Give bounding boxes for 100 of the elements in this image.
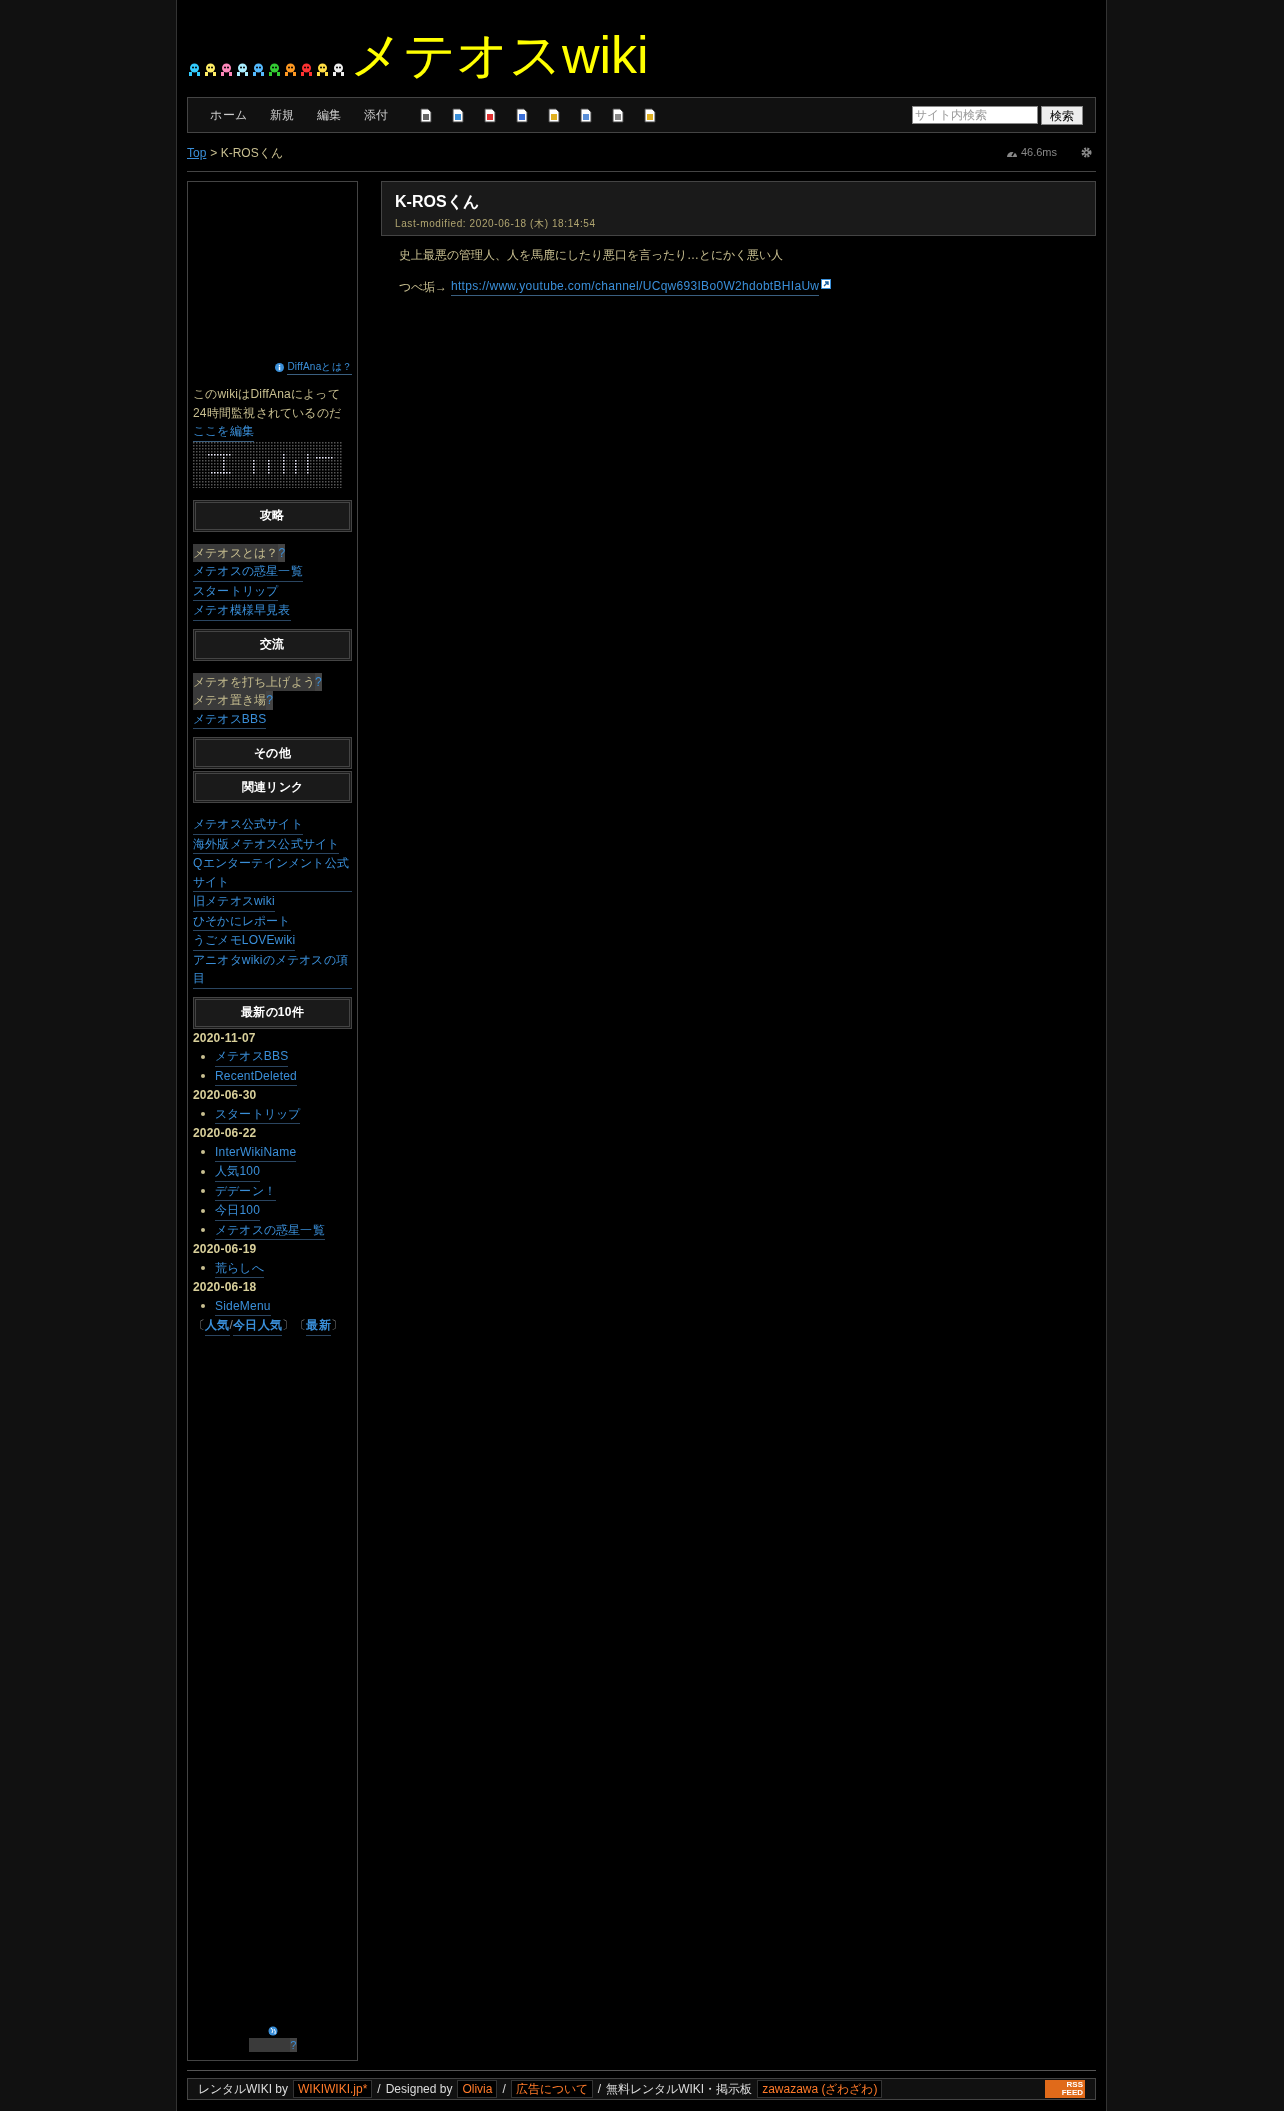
document-icon[interactable] (610, 107, 625, 123)
sidebar-link[interactable]: Qエンターテインメント公式サイト (193, 854, 352, 892)
document-icon[interactable] (482, 107, 497, 123)
footer-link[interactable]: WIKIWIKI.jp* (293, 2080, 373, 2098)
document-icon[interactable] (642, 107, 657, 123)
footer-link[interactable]: 広告について (510, 2080, 593, 2098)
info-icon (275, 363, 285, 372)
date-heading: 2020-06-19 (193, 1241, 258, 1258)
rss-feed-badge[interactable]: RSS FEED (1045, 2080, 1085, 2098)
diffana-link[interactable]: DiffAnaとは？ (287, 360, 352, 375)
search-button[interactable]: 検索 (1041, 105, 1083, 125)
bullet-icon (201, 1304, 205, 1309)
footer-text: 無料レンタルWIKI・掲示板 (606, 2081, 753, 2098)
creature-icon (315, 62, 330, 77)
creature-icon (235, 62, 250, 77)
globe-icon (267, 2026, 278, 2036)
footer-text: / (377, 2081, 381, 2098)
footer-text: / (597, 2081, 602, 2098)
recent-link[interactable]: メテオスの惑星一覧 (215, 1220, 325, 1240)
date-heading: 2020-06-22 (193, 1125, 258, 1142)
missing-page-text: メテオスとは？ (193, 544, 279, 562)
bullet-icon (201, 1150, 205, 1155)
paragraph: 史上最悪の管理人、人を馬鹿にしたり悪口を言ったり…とにかく悪い人 (399, 247, 784, 264)
bullet-icon (201, 1228, 205, 1233)
section-heading: 攻略 (193, 499, 352, 532)
bullet-icon (201, 1054, 205, 1059)
recent-link[interactable]: スタートリップ (215, 1104, 301, 1124)
render-time: 46.6ms (1020, 145, 1057, 161)
bullet-icon (201, 1189, 205, 1194)
creature-icon (299, 62, 314, 77)
document-icon[interactable] (418, 107, 433, 123)
sidebar-link[interactable]: メテオスの惑星一覧 (193, 562, 303, 582)
footer-text: Designed by (385, 2081, 453, 2098)
document-icon[interactable] (578, 107, 593, 123)
creature-icon (219, 62, 234, 77)
bullet-icon (201, 1112, 205, 1117)
bracket-text: 〕 (281, 1317, 295, 1334)
sidebar-link[interactable]: 海外版メテオス公式サイト (193, 834, 340, 854)
bullet-icon (201, 1266, 205, 1271)
sidebar-link[interactable]: アニオタwikiのメテオスの項目 (193, 950, 352, 989)
ranking-link[interactable]: 人気 (205, 1316, 230, 1336)
last-modified: Last-modified: 2020-06-18 (木) 18:14:54 (395, 217, 597, 231)
recent-link[interactable]: SideMenu (215, 1296, 271, 1316)
recent-link[interactable]: メテオスBBS (215, 1047, 289, 1067)
missing-page-text: メテオを打ち上げよう (193, 673, 315, 691)
bracket-text: 〕 (330, 1317, 343, 1334)
footer-text: レンタルWIKI by (198, 2081, 288, 2098)
breadcrumb-link[interactable]: Top (187, 143, 207, 162)
date-heading: 2020-06-18 (193, 1279, 258, 1296)
creature-icon (283, 62, 298, 77)
bracket-text: 〔 (193, 1317, 206, 1334)
recent-link[interactable]: 人気100 (215, 1162, 261, 1182)
date-heading: 2020-06-30 (193, 1087, 258, 1104)
creature-icon (187, 62, 202, 77)
nav-link[interactable]: 新規 (259, 106, 305, 124)
site-title[interactable]: メテオスwiki (350, 27, 649, 83)
sidebar-link[interactable]: メテオ模様早見表 (193, 601, 291, 621)
section-heading: 交流 (193, 628, 352, 661)
creature-icon (267, 62, 282, 77)
breadcrumb-current: > K-ROSくん (210, 144, 283, 162)
bullet-icon (201, 1169, 205, 1174)
missing-page-text: メテオ置き場 (193, 692, 267, 709)
sidebar-link[interactable]: 旧メテオスwiki (193, 892, 275, 912)
footer-link[interactable]: zawazawa (ざわざわ) (757, 2080, 883, 2098)
bullet-icon (201, 1208, 205, 1213)
external-link-icon (821, 278, 832, 289)
sidebar-link[interactable]: メテオスBBS (193, 709, 267, 729)
nav-link[interactable]: ホーム (200, 106, 258, 124)
section-heading: その他 (193, 737, 352, 769)
search-field[interactable]: サイト内検索 (912, 106, 1038, 124)
bullet-icon (201, 1074, 205, 1079)
creature-icon (203, 62, 218, 77)
sidebar-link[interactable]: メテオス公式サイト (193, 815, 303, 835)
recent-link[interactable]: 荒らしへ (215, 1258, 264, 1278)
creature-icon (251, 62, 266, 77)
recent-link[interactable]: InterWikiName (215, 1142, 297, 1162)
ranking-link[interactable]: 今日人気 (233, 1316, 282, 1336)
nav-link[interactable]: 編集 (306, 106, 352, 124)
sidebar-link[interactable]: うごメモLOVEwiki (193, 931, 296, 951)
nav-link[interactable]: 添付 (353, 106, 399, 124)
date-heading: 2020-11-07 (193, 1029, 257, 1047)
sidebar-link[interactable]: スタートリップ (193, 581, 279, 601)
footer-link[interactable]: Olivia (457, 2080, 498, 2098)
section-heading: 最新の10件 (193, 996, 352, 1029)
sidebar-link[interactable]: ひそかにレポート (193, 911, 291, 931)
footer-text: / (502, 2081, 506, 2098)
bracket-text: / (229, 1317, 234, 1334)
recent-link[interactable]: 今日100 (215, 1201, 261, 1221)
notice-text: このwikiはDiffAnaによって24時間監視されているのだ (193, 386, 342, 422)
ranking-link[interactable]: 最新 (306, 1316, 331, 1336)
settings-icon[interactable] (1081, 147, 1092, 158)
recent-link[interactable]: RecentDeleted (215, 1066, 297, 1086)
recent-link[interactable]: デデーン！ (215, 1181, 276, 1201)
edit-link[interactable]: ここを編集 (193, 422, 254, 442)
link-label: つべ垢→ (399, 278, 447, 296)
external-link[interactable]: https://www.youtube.com/channel/UCqw693IBo0W2hdobtBHIaUw (451, 277, 820, 296)
document-icon[interactable] (546, 107, 561, 123)
bracket-text: 〔 (294, 1317, 307, 1334)
document-icon[interactable] (450, 107, 465, 123)
document-icon[interactable] (514, 107, 529, 123)
